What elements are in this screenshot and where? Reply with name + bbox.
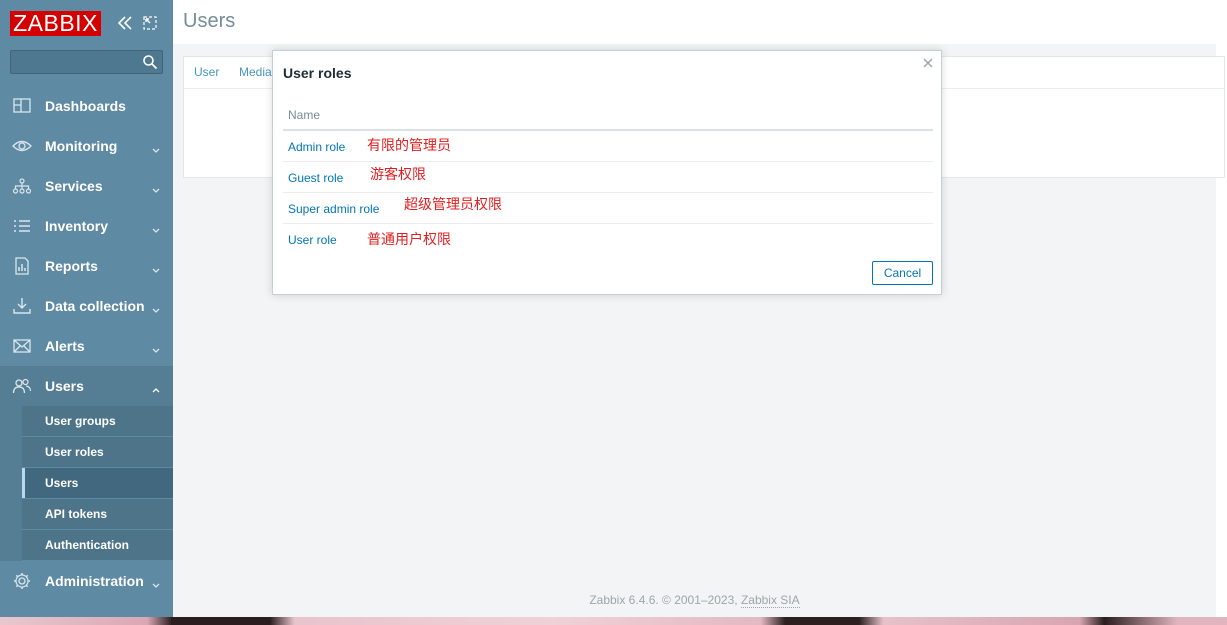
chevron-down-icon xyxy=(151,220,161,233)
submenu-user-groups[interactable]: User groups xyxy=(22,406,173,437)
chevron-down-icon xyxy=(151,300,161,313)
chevron-down-icon xyxy=(151,340,161,353)
menu-label: Services xyxy=(45,178,103,194)
menu-monitoring[interactable]: Monitoring xyxy=(0,126,173,166)
chevron-down-icon xyxy=(151,260,161,273)
column-name-header[interactable]: Name xyxy=(288,108,320,122)
table-row: User role 普通用户权限 xyxy=(283,224,933,254)
background-photo-strip xyxy=(0,617,1227,625)
download-icon xyxy=(12,296,32,316)
reports-icon xyxy=(12,256,32,276)
chevron-down-icon xyxy=(151,140,161,153)
role-link-admin[interactable]: Admin role xyxy=(288,140,345,154)
gear-icon xyxy=(12,571,32,591)
menu-label: Reports xyxy=(45,258,98,274)
sidebar: ZABBIX Dashboards Monitoring Services In… xyxy=(0,0,173,617)
role-link-super-admin[interactable]: Super admin role xyxy=(288,202,379,216)
chevron-down-icon xyxy=(151,575,161,588)
search-input[interactable] xyxy=(11,51,144,73)
sidebar-search xyxy=(10,50,163,74)
services-icon xyxy=(12,176,32,196)
page-header: Users xyxy=(173,0,1216,44)
users-submenu: User groups User roles Users API tokens … xyxy=(0,406,173,561)
kiosk-mode-icon[interactable] xyxy=(141,14,159,32)
menu-administration[interactable]: Administration xyxy=(0,561,173,601)
menu-label: Data collection xyxy=(45,298,145,314)
search-icon[interactable] xyxy=(142,54,158,70)
dashboards-icon xyxy=(12,96,32,116)
role-annotation: 有限的管理员 xyxy=(367,138,451,154)
menu-label: Administration xyxy=(45,573,144,589)
submenu-label: Users xyxy=(45,476,79,490)
footer: Zabbix 6.4.6. © 2001–2023, Zabbix SIA xyxy=(173,593,1216,608)
users-icon xyxy=(12,376,32,396)
submenu-user-roles[interactable]: User roles xyxy=(22,437,173,468)
cancel-button[interactable]: Cancel xyxy=(872,261,933,285)
close-icon[interactable] xyxy=(921,56,935,70)
role-link-guest[interactable]: Guest role xyxy=(288,171,343,185)
role-annotation: 超级管理员权限 xyxy=(404,197,502,213)
table-row: Super admin role 超级管理员权限 xyxy=(283,193,933,224)
zabbix-sia-link[interactable]: Zabbix SIA xyxy=(740,593,800,608)
menu-label: Dashboards xyxy=(45,98,126,114)
submenu-users[interactable]: Users xyxy=(22,468,173,499)
menu-data-collection[interactable]: Data collection xyxy=(0,286,173,326)
menu-label: Users xyxy=(45,378,84,394)
menu-services[interactable]: Services xyxy=(0,166,173,206)
menu-label: Monitoring xyxy=(45,138,118,154)
role-annotation: 普通用户权限 xyxy=(367,232,451,248)
chevron-down-icon xyxy=(151,180,161,193)
menu-users[interactable]: Users xyxy=(0,366,173,406)
roles-table: Name Admin role 有限的管理员 Guest role 游客权限 S… xyxy=(283,103,933,254)
collapse-sidebar-icon[interactable] xyxy=(116,14,134,32)
submenu-label: Authentication xyxy=(45,538,129,552)
role-link-user[interactable]: User role xyxy=(288,233,337,247)
submenu-label: API tokens xyxy=(45,507,108,521)
menu-label: Alerts xyxy=(45,338,85,354)
chevron-up-icon xyxy=(151,380,161,393)
table-header: Name xyxy=(283,103,933,131)
menu-inventory[interactable]: Inventory xyxy=(0,206,173,246)
page-title: Users xyxy=(183,10,236,32)
footer-text: Zabbix 6.4.6. © 2001–2023, xyxy=(589,593,741,607)
submenu-api-tokens[interactable]: API tokens xyxy=(22,499,173,530)
eye-icon xyxy=(12,136,32,156)
role-annotation: 游客权限 xyxy=(370,167,426,183)
main-menu: Dashboards Monitoring Services Inventory xyxy=(0,86,173,601)
submenu-label: User groups xyxy=(45,414,116,428)
dialog-title: User roles xyxy=(283,65,352,81)
menu-dashboards[interactable]: Dashboards xyxy=(0,86,173,126)
table-row: Guest role 游客权限 xyxy=(283,162,933,193)
menu-reports[interactable]: Reports xyxy=(0,246,173,286)
submenu-label: User roles xyxy=(45,445,104,459)
menu-label: Inventory xyxy=(45,218,109,234)
table-row: Admin role 有限的管理员 xyxy=(283,131,933,162)
tab-user[interactable]: User xyxy=(194,57,219,88)
list-icon xyxy=(12,216,32,236)
submenu-authentication[interactable]: Authentication xyxy=(22,530,173,561)
envelope-icon xyxy=(12,336,32,356)
menu-alerts[interactable]: Alerts xyxy=(0,326,173,366)
zabbix-logo[interactable]: ZABBIX xyxy=(10,11,101,36)
user-roles-dialog: User roles Name Admin role 有限的管理员 Guest … xyxy=(272,50,942,295)
tab-media[interactable]: Media xyxy=(239,57,272,88)
